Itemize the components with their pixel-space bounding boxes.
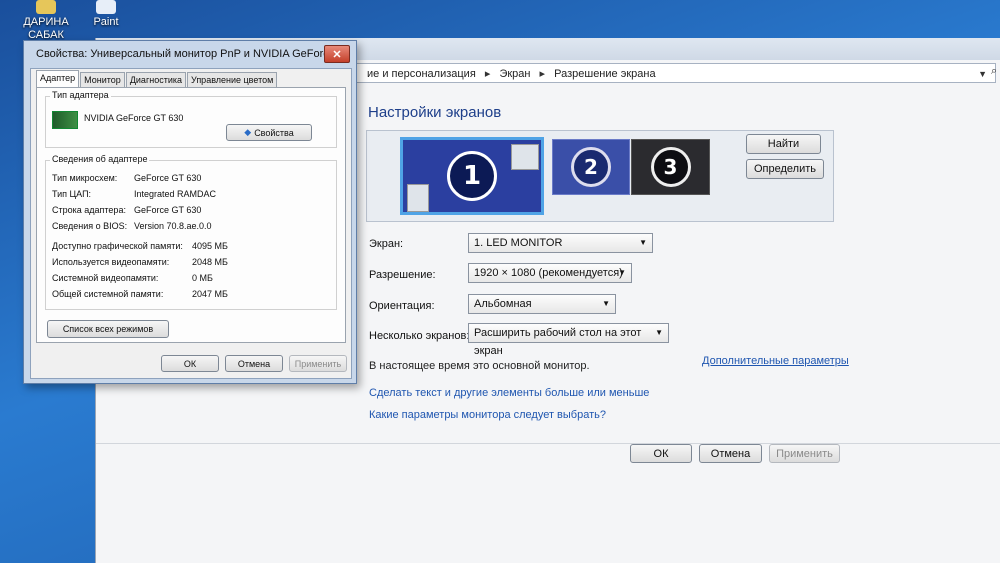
info-value: Integrated RAMDAC — [134, 189, 217, 199]
group-title: Сведения об адаптере — [50, 154, 150, 164]
tab-adapter[interactable]: Адаптер — [36, 70, 80, 87]
text-size-link[interactable]: Сделать текст и другие элементы больше и… — [369, 387, 649, 399]
memory-value: 2047 МБ — [192, 289, 228, 299]
chevron-down-icon: ▼ — [618, 268, 626, 277]
adapter-type-group: Тип адаптера NVIDIA GeForce GT 630 ◆ Сво… — [45, 90, 337, 148]
chevron-down-icon[interactable]: ▼ — [978, 64, 987, 84]
monitor-thumbnail-icon — [407, 184, 429, 212]
monitor-2[interactable]: 2 — [552, 139, 630, 195]
memory-value: 2048 МБ — [192, 257, 228, 267]
breadcrumb-separator: ▸ — [539, 68, 546, 80]
chevron-down-icon: ▼ — [639, 238, 647, 247]
memory-value: 0 МБ — [192, 273, 213, 283]
tab-color-management[interactable]: Управление цветом — [187, 72, 278, 87]
tab-monitor[interactable]: Монитор — [80, 72, 125, 87]
breadcrumb-item[interactable]: Разрешение экрана — [554, 68, 655, 80]
identify-button[interactable]: Определить — [746, 159, 824, 179]
search-icon[interactable]: ⌕ — [991, 65, 997, 78]
orientation-label: Ориентация: — [369, 300, 435, 312]
dialog-apply-button[interactable]: Применить — [289, 355, 347, 372]
divider — [96, 443, 1000, 444]
monitor-help-link[interactable]: Какие параметры монитора следует выбрать… — [369, 409, 606, 421]
monitor-thumbnail-icon — [511, 144, 539, 170]
resolution-label: Разрешение: — [369, 269, 436, 281]
properties-button[interactable]: ◆ Свойства — [226, 124, 312, 141]
find-button[interactable]: Найти — [746, 134, 821, 154]
dialog-title: Свойства: Универсальный монитор PnP и NV… — [36, 48, 348, 60]
info-value: GeForce GT 630 — [134, 205, 202, 215]
memory-key: Системной видеопамяти: — [52, 273, 159, 283]
user-folder-icon — [36, 0, 56, 14]
adapter-name: NVIDIA GeForce GT 630 — [84, 113, 184, 123]
ok-button[interactable]: ОК — [630, 444, 692, 463]
monitor-number: 2 — [571, 147, 611, 187]
primary-monitor-text: В настоящее время это основной монитор. — [369, 360, 590, 372]
info-value: Version 70.8.ae.0.0 — [134, 221, 212, 231]
chevron-down-icon: ▼ — [602, 299, 610, 308]
orientation-select[interactable]: Альбомная ▼ — [468, 294, 616, 314]
breadcrumb-item[interactable]: Экран — [499, 68, 530, 80]
paint-icon — [96, 0, 116, 14]
apply-button[interactable]: Применить — [769, 444, 840, 463]
dialog-cancel-button[interactable]: Отмена — [225, 355, 283, 372]
desktop-icon-user[interactable]: ДАРИНА САБАК — [16, 0, 76, 42]
tab-bar: Адаптер Монитор Диагностика Управление ц… — [36, 70, 278, 87]
info-value: GeForce GT 630 — [134, 173, 202, 183]
properties-dialog: Свойства: Универсальный монитор PnP и NV… — [23, 40, 357, 384]
info-key: Тип ЦАП: — [52, 189, 92, 199]
monitor-number: 1 — [447, 151, 497, 201]
memory-key: Общей системной памяти: — [52, 289, 164, 299]
multiple-displays-select[interactable]: Расширить рабочий стол на этот экран ▼ — [468, 323, 669, 357]
close-icon[interactable]: ✕ — [324, 45, 350, 63]
dialog-ok-button[interactable]: ОК — [161, 355, 219, 372]
dialog-body: Адаптер Монитор Диагностика Управление ц… — [30, 68, 352, 379]
page-title: Настройки экранов — [368, 104, 502, 121]
info-key: Тип микросхем: — [52, 173, 118, 183]
group-title: Тип адаптера — [50, 90, 111, 100]
tab-diagnostics[interactable]: Диагностика — [125, 72, 186, 87]
monitor-number: 3 — [650, 147, 691, 187]
memory-key: Доступно графической памяти: — [52, 241, 183, 251]
info-key: Строка адаптера: — [52, 205, 126, 215]
multiple-displays-label: Несколько экранов: — [369, 330, 470, 342]
display-select-value: 1. LED MONITOR — [474, 237, 563, 249]
multiple-displays-select-value: Расширить рабочий стол на этот экран — [474, 327, 642, 357]
display-label: Экран: — [369, 238, 404, 250]
list-all-modes-button[interactable]: Список всех режимов — [47, 320, 169, 338]
properties-button-label: Свойства — [254, 127, 294, 138]
display-select[interactable]: 1. LED MONITOR ▼ — [468, 233, 653, 253]
breadcrumb-item[interactable]: ие и персонализация — [367, 68, 476, 80]
monitor-3[interactable]: 3 — [631, 139, 710, 195]
desktop-icon-paint[interactable]: Paint — [84, 0, 128, 28]
advanced-settings-link[interactable]: Дополнительные параметры — [702, 355, 849, 367]
memory-key: Используется видеопамяти: — [52, 257, 170, 267]
shield-icon: ◆ — [244, 127, 252, 137]
address-bar[interactable]: ие и персонализация ▸ Экран ▸ Разрешение… — [346, 63, 996, 83]
resolution-select-value: 1920 × 1080 (рекомендуется) — [474, 267, 623, 279]
monitor-1[interactable]: 1 — [400, 137, 544, 215]
desktop-icon-label: Paint — [93, 16, 119, 28]
chevron-down-icon: ▼ — [655, 328, 663, 337]
memory-value: 4095 МБ — [192, 241, 228, 251]
cancel-button[interactable]: Отмена — [699, 444, 762, 463]
graphics-card-icon — [52, 111, 78, 129]
info-key: Сведения о BIOS: — [52, 221, 128, 231]
resolution-select[interactable]: 1920 × 1080 (рекомендуется) ▼ — [468, 263, 632, 283]
breadcrumb-separator: ▸ — [484, 68, 491, 80]
adapter-info-group: Сведения об адаптере Тип микросхем: GeFo… — [45, 154, 337, 310]
adapter-tab-panel: Тип адаптера NVIDIA GeForce GT 630 ◆ Сво… — [36, 87, 346, 343]
desktop-icon-label: ДАРИНА САБАК — [23, 16, 69, 41]
orientation-select-value: Альбомная — [474, 298, 532, 310]
